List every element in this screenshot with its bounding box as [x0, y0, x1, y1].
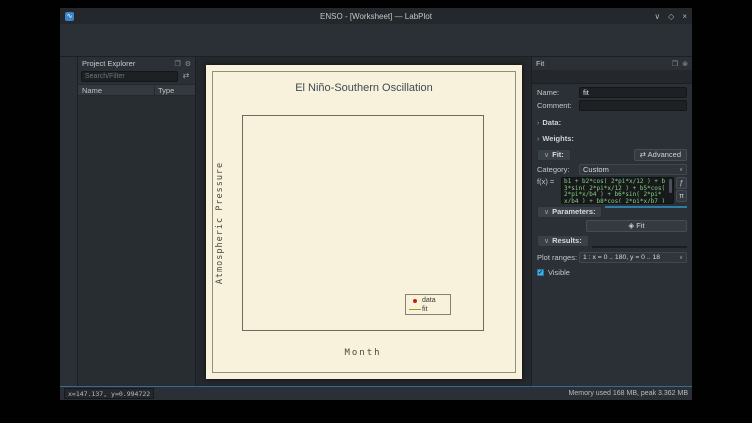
category-label: Category:	[537, 165, 579, 174]
window-minimize-icon[interactable]: ∨	[654, 12, 660, 21]
legend-entry-fit: fit	[408, 305, 448, 314]
titlebar[interactable]: ∿ ENSO - [Worksheet] — LabPlot ∨◇×	[60, 8, 692, 24]
legend-fit-marker	[408, 309, 422, 311]
fx-label: f(x) =	[537, 177, 561, 186]
visible-checkbox[interactable]: ✓	[537, 269, 544, 276]
insert-function-button[interactable]: ƒ	[676, 177, 687, 189]
results-table	[592, 246, 687, 248]
template-buttons	[537, 380, 687, 386]
category-select[interactable]: Custom∨	[579, 164, 687, 175]
insert-constant-button[interactable]: π	[676, 190, 687, 202]
window-close-icon[interactable]: ×	[682, 12, 687, 21]
labplot-window: ∿ ENSO - [Worksheet] — LabPlot ∨◇× Proje…	[60, 8, 692, 400]
chevron-right-icon: ›	[537, 120, 539, 127]
data-section-toggle[interactable]: ›Data:	[537, 118, 687, 127]
explorer-column-headers[interactable]: Name Type	[78, 84, 195, 96]
swap-icon: ⇄	[640, 150, 646, 159]
close-dock-icon[interactable]: ⊗	[682, 60, 688, 68]
plot-legend[interactable]: data fit	[405, 294, 451, 315]
menubar	[60, 24, 692, 38]
parameters-section-toggle[interactable]: ∨Parameters:	[537, 206, 602, 218]
search-input[interactable]: Search/Filter	[81, 71, 178, 82]
run-fit-button[interactable]: ◈ Fit	[586, 220, 687, 232]
chevron-down-icon: ∨	[544, 152, 549, 159]
properties-tabs	[532, 70, 692, 84]
plot-ranges-label: Plot ranges:	[537, 253, 579, 262]
y-axis-title[interactable]: Atmospheric Pressure	[215, 162, 225, 284]
project-explorer-header: Project Explorer ❐ ⚙	[78, 57, 195, 70]
project-tree	[78, 96, 195, 386]
x-axis-title[interactable]: Month	[242, 348, 484, 358]
data-point-icon	[413, 299, 417, 303]
project-explorer-dock: Project Explorer ❐ ⚙ Search/Filter ⇄ Nam…	[78, 57, 196, 386]
legend-entry-data: data	[408, 296, 448, 305]
name-label: Name:	[537, 88, 579, 97]
fit-dock-title: Fit	[536, 59, 668, 68]
formula-editor[interactable]: b1 + b2*cos( 2*pi*x/12 ) + b3*sin( 2*pi*…	[561, 177, 674, 204]
fit-section-toggle[interactable]: ∨Fit:	[537, 149, 571, 161]
chevron-down-icon: ∨	[544, 209, 549, 216]
name-field[interactable]: fit	[579, 87, 687, 98]
fit-line-icon	[409, 309, 421, 311]
chevron-down-icon: ∨	[677, 167, 683, 173]
comment-field[interactable]	[579, 100, 687, 111]
window-maximize-icon[interactable]: ◇	[668, 12, 674, 21]
formula-scrollbar[interactable]	[669, 179, 672, 193]
screen: ∿ ENSO - [Worksheet] — LabPlot ∨◇× Proje…	[0, 0, 752, 423]
legend-data-marker	[408, 299, 422, 303]
weights-section-toggle[interactable]: ›Weights:	[537, 134, 687, 143]
statusbar: x=147.137, y=0.994722 Memory used 168 MB…	[60, 387, 692, 400]
project-explorer-title: Project Explorer	[82, 59, 170, 68]
search-row: Search/Filter ⇄	[78, 70, 195, 84]
legend-fit-label: fit	[422, 306, 427, 313]
main-area: Project Explorer ❐ ⚙ Search/Filter ⇄ Nam…	[60, 57, 692, 387]
legend-data-label: data	[422, 297, 436, 304]
fit-icon: ◈	[628, 221, 634, 230]
memory-status: Memory used 168 MB, peak 3.362 MB	[569, 390, 688, 397]
results-tabs	[592, 235, 687, 246]
advanced-button[interactable]: ⇄ Advanced	[634, 149, 687, 161]
window-title: ENSO - [Worksheet] — LabPlot	[60, 12, 692, 21]
plot-ranges-select[interactable]: 1 : x = 0 .. 180, y = 0 .. 18∨	[579, 252, 687, 263]
worksheet-toolbar	[60, 57, 78, 386]
column-header-type[interactable]: Type	[154, 86, 195, 95]
chevron-down-icon: ∨	[544, 238, 549, 245]
formula-text: b1 + b2*cos( 2*pi*x/12 ) + b3*sin( 2*pi*…	[564, 179, 668, 204]
parameters-table[interactable]	[605, 206, 687, 208]
filter-options-icon[interactable]: ⇄	[180, 71, 192, 82]
plot-title[interactable]: El Niño-Southern Oscillation	[206, 82, 522, 94]
comment-label: Comment:	[537, 101, 579, 110]
dock-settings-icon[interactable]: ⚙	[185, 60, 191, 68]
main-toolbar	[60, 38, 692, 57]
fit-properties-dock: Fit ❐ ⊗ Name: fit Comment: ›Data: ›Wei	[531, 57, 692, 386]
worksheet-view[interactable]: El Niño-Southern Oscillation Atmospheric…	[196, 57, 531, 386]
visible-label: Visible	[548, 268, 570, 277]
cursor-coordinates: x=147.137, y=0.994722	[64, 388, 154, 399]
properties-content: Name: fit Comment: ›Data: ›Weights: ∨Fit…	[532, 84, 692, 386]
results-section-toggle[interactable]: ∨Results:	[537, 235, 589, 247]
chevron-right-icon: ›	[537, 136, 539, 143]
fit-dock-header: Fit ❐ ⊗	[532, 57, 692, 70]
float-dock-icon[interactable]: ❐	[672, 60, 678, 68]
column-header-name[interactable]: Name	[78, 86, 154, 95]
float-dock-icon[interactable]: ❐	[174, 60, 180, 68]
worksheet-page[interactable]: El Niño-Southern Oscillation Atmospheric…	[206, 65, 522, 379]
chevron-down-icon: ∨	[677, 255, 683, 261]
